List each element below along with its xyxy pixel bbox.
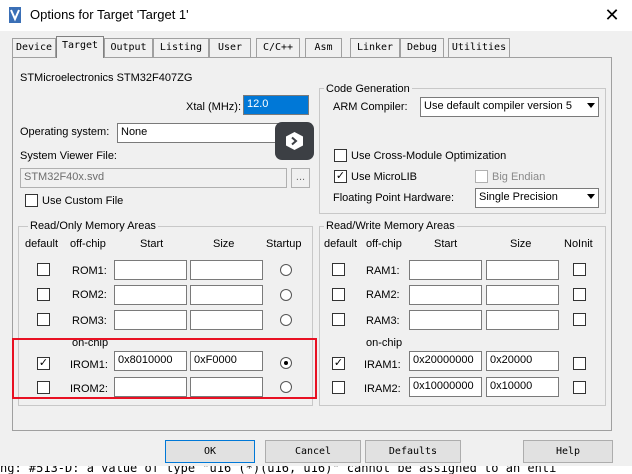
rom-header-startup: Startup xyxy=(266,238,302,250)
iram1-noinit-checkbox[interactable] xyxy=(573,357,586,370)
ram-onchip-label: on-chip xyxy=(366,337,403,349)
ram-header-noinit: NoInit xyxy=(564,238,593,250)
ram3-noinit-checkbox[interactable] xyxy=(573,313,586,326)
ram1-noinit-checkbox[interactable] xyxy=(573,263,586,276)
tab-target[interactable]: Target xyxy=(56,36,104,58)
chevron-down-icon xyxy=(587,103,595,108)
rom3-startup-radio[interactable] xyxy=(280,314,292,326)
rom1-size-input[interactable] xyxy=(190,260,263,280)
os-label: Operating system: xyxy=(20,126,110,138)
tab-asm[interactable]: Asm xyxy=(305,38,342,57)
rom2-size-input[interactable] xyxy=(190,285,263,305)
app-icon xyxy=(8,7,22,23)
rom-header-default: default xyxy=(25,238,59,250)
rom2-label: ROM2: xyxy=(72,289,107,301)
big-endian-label: Big Endian xyxy=(492,171,546,183)
defaults-button[interactable]: Defaults xyxy=(365,440,461,463)
fp-hardware-select[interactable]: Single Precision xyxy=(475,188,599,208)
fp-hardware-value: Single Precision xyxy=(479,191,558,203)
tab-debug[interactable]: Debug xyxy=(400,38,444,57)
arm-compiler-value: Use default compiler version 5 xyxy=(424,100,572,112)
arm-compiler-select[interactable]: Use default compiler version 5 xyxy=(420,97,599,117)
rom-header-offchip: off-chip xyxy=(70,238,106,250)
ram2-label: RAM2: xyxy=(366,289,400,301)
tab-listing[interactable]: Listing xyxy=(153,38,209,57)
ram-header-offchip: off-chip xyxy=(366,238,402,250)
fp-hardware-label: Floating Point Hardware: xyxy=(333,192,455,204)
chevron-down-icon xyxy=(587,194,595,199)
rom2-default-checkbox[interactable] xyxy=(37,288,50,301)
iram1-label: IRAM1: xyxy=(364,359,401,371)
iram2-label: IRAM2: xyxy=(364,383,401,395)
ram-header-default: default xyxy=(324,238,358,250)
rom3-label: ROM3: xyxy=(72,315,107,327)
ram2-default-checkbox[interactable] xyxy=(332,288,345,301)
tab-utilities[interactable]: Utilities xyxy=(448,38,510,57)
use-custom-file-label: Use Custom File xyxy=(42,195,124,207)
svd-label: System Viewer File: xyxy=(20,150,117,162)
rom3-size-input[interactable] xyxy=(190,310,263,330)
iram1-default-checkbox[interactable]: ✓ xyxy=(332,357,345,370)
os-select-value: None xyxy=(121,126,148,138)
ram2-size-input[interactable] xyxy=(486,285,559,305)
close-icon[interactable]: ✕ xyxy=(600,4,624,26)
big-endian-checkbox[interactable] xyxy=(475,170,488,183)
ram2-noinit-checkbox[interactable] xyxy=(573,288,586,301)
microlib-label: Use MicroLIB xyxy=(351,171,418,183)
use-custom-file-checkbox[interactable] xyxy=(25,194,38,207)
ram1-default-checkbox[interactable] xyxy=(332,263,345,276)
xtal-label: Xtal (MHz): xyxy=(186,101,241,113)
ram-header-size: Size xyxy=(510,238,532,250)
status-line-text: ng: #513-D: a value of type "u16 (*)(u16… xyxy=(0,466,557,474)
ram1-size-input[interactable] xyxy=(486,260,559,280)
tab-device[interactable]: Device xyxy=(12,38,56,57)
ram-group-title: Read/Write Memory Areas xyxy=(324,219,457,233)
ok-button[interactable]: OK xyxy=(165,440,255,463)
rom3-default-checkbox[interactable] xyxy=(37,313,50,326)
ram3-default-checkbox[interactable] xyxy=(332,313,345,326)
rom2-start-input[interactable] xyxy=(114,285,187,305)
tab-output[interactable]: Output xyxy=(104,38,153,57)
highlight-annotation-box xyxy=(12,338,317,399)
ram3-label: RAM3: xyxy=(366,315,400,327)
rom1-default-checkbox[interactable] xyxy=(37,263,50,276)
ram1-label: RAM1: xyxy=(366,265,400,277)
rom-header-size: Size xyxy=(213,238,235,250)
device-name: STMicroelectronics STM32F407ZG xyxy=(20,72,193,84)
help-button[interactable]: Help xyxy=(523,440,613,463)
rom1-start-input[interactable] xyxy=(114,260,187,280)
rom3-start-input[interactable] xyxy=(114,310,187,330)
arm-compiler-label: ARM Compiler: xyxy=(333,101,408,113)
code-generation-title: Code Generation xyxy=(324,82,412,96)
iram2-start-input[interactable]: 0x10000000 xyxy=(409,377,482,397)
ram1-start-input[interactable] xyxy=(409,260,482,280)
iram1-start-input[interactable]: 0x20000000 xyxy=(409,351,482,371)
xtal-input[interactable]: 12.0 xyxy=(243,95,309,115)
background-output-window: ng: #513-D: a value of type "u16 (*)(u16… xyxy=(0,466,632,474)
svd-input[interactable]: STM32F40x.svd xyxy=(20,168,287,188)
microlib-checkbox[interactable]: ✓ xyxy=(334,170,347,183)
rom-header-start: Start xyxy=(140,238,164,250)
window-title: Options for Target 'Target 1' xyxy=(30,7,189,22)
ram3-size-input[interactable] xyxy=(486,310,559,330)
tab-cc[interactable]: C/C++ xyxy=(256,38,300,57)
iram2-size-input[interactable]: 0x10000 xyxy=(486,377,559,397)
iram2-default-checkbox[interactable] xyxy=(332,381,345,394)
svd-browse-button[interactable]: ... xyxy=(291,168,310,188)
rom1-startup-radio[interactable] xyxy=(280,264,292,276)
floating-assistant-icon[interactable] xyxy=(275,122,314,160)
cross-module-label: Use Cross-Module Optimization xyxy=(351,150,507,162)
rom-group-title: Read/Only Memory Areas xyxy=(28,219,158,233)
iram1-size-input[interactable]: 0x20000 xyxy=(486,351,559,371)
ram-header-start: Start xyxy=(434,238,458,250)
ram3-start-input[interactable] xyxy=(409,310,482,330)
rom1-label: ROM1: xyxy=(72,265,107,277)
iram2-noinit-checkbox[interactable] xyxy=(573,381,586,394)
tab-user[interactable]: User xyxy=(209,38,251,57)
ram2-start-input[interactable] xyxy=(409,285,482,305)
tab-linker[interactable]: Linker xyxy=(350,38,400,57)
cross-module-checkbox[interactable] xyxy=(334,149,347,162)
rom2-startup-radio[interactable] xyxy=(280,289,292,301)
cancel-button[interactable]: Cancel xyxy=(265,440,361,463)
